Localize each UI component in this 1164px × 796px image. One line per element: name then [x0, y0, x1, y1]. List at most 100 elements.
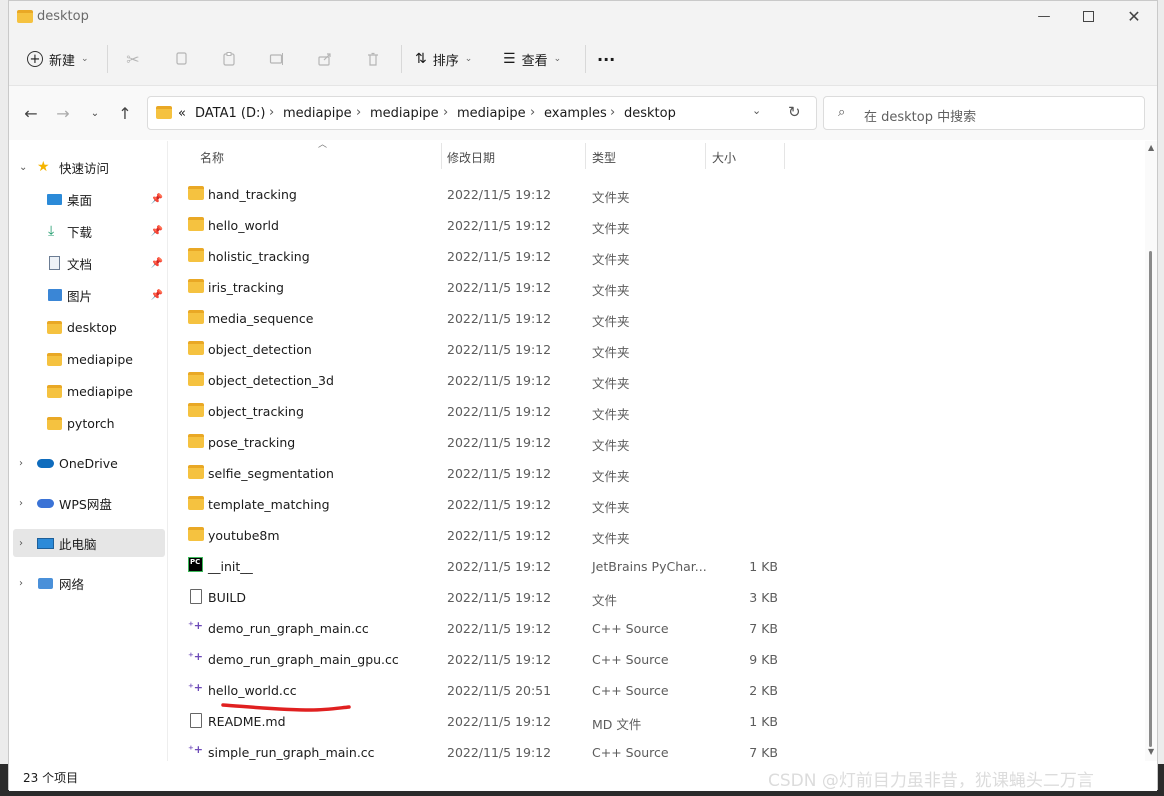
breadcrumb-overflow[interactable]: «	[178, 106, 186, 121]
delete-icon[interactable]	[361, 47, 385, 71]
column-divider[interactable]	[784, 143, 785, 169]
view-button[interactable]: ☰ 查看 ⌄	[503, 45, 561, 73]
breadcrumb-item-current[interactable]: desktop	[624, 106, 676, 121]
close-button[interactable]: ✕	[1111, 1, 1157, 31]
folder-icon	[188, 217, 204, 231]
vertical-scrollbar[interactable]: ▲ ▼	[1145, 141, 1157, 761]
sidebar-item-mediapipe[interactable]: mediapipe	[9, 377, 167, 405]
column-divider[interactable]	[705, 143, 706, 169]
rename-icon[interactable]	[265, 47, 289, 71]
paste-icon[interactable]	[217, 47, 241, 71]
sidebar-item-pictures[interactable]: 图片 📌	[9, 281, 167, 309]
table-row[interactable]: object_detection_3d 2022/11/5 19:12 文件夹	[168, 365, 1146, 396]
maximize-button[interactable]	[1065, 1, 1111, 31]
table-row[interactable]: media_sequence 2022/11/5 19:12 文件夹	[168, 303, 1146, 334]
file-name: hello_world.cc	[208, 683, 297, 698]
sidebar-item-pytorch[interactable]: pytorch	[9, 409, 167, 437]
more-options-button[interactable]: ···	[597, 45, 615, 73]
file-type: 文件	[592, 593, 618, 608]
search-box[interactable]: ⌕ 在 desktop 中搜索	[823, 96, 1145, 130]
sidebar-item-documents[interactable]: 文档 📌	[9, 249, 167, 277]
sidebar-item-label: 桌面	[67, 192, 93, 208]
table-row[interactable]: holistic_tracking 2022/11/5 19:12 文件夹	[168, 241, 1146, 272]
column-divider[interactable]	[585, 143, 586, 169]
file-name: selfie_segmentation	[208, 466, 334, 481]
copy-icon[interactable]	[169, 47, 193, 71]
title-bar[interactable]: desktop — ✕	[9, 1, 1157, 33]
folder-icon	[188, 434, 204, 448]
sidebar-item-this-pc[interactable]: › 此电脑	[13, 529, 165, 557]
file-name: holistic_tracking	[208, 249, 310, 264]
sidebar-item-desktop-recent[interactable]: desktop	[9, 313, 167, 341]
column-header-date[interactable]: 修改日期	[447, 145, 587, 169]
navigation-bar: ← → ⌄ ↑ « DATA1 (D:) › mediapipe › media…	[9, 86, 1157, 140]
picture-icon	[48, 289, 62, 301]
table-row[interactable]: BUILD 2022/11/5 19:12 文件 3 KB	[168, 582, 1146, 613]
folder-icon	[188, 496, 204, 510]
refresh-button[interactable]: ↻	[788, 103, 801, 121]
breadcrumb-item[interactable]: mediapipe	[457, 106, 526, 121]
file-date: 2022/11/5 19:12	[447, 497, 552, 512]
breadcrumb-item[interactable]: mediapipe	[283, 106, 352, 121]
star-icon: ★	[37, 159, 50, 175]
column-divider[interactable]	[441, 143, 442, 169]
file-type: 文件夹	[592, 376, 630, 391]
file-date: 2022/11/5 19:12	[447, 714, 552, 729]
column-header-size[interactable]: 大小	[712, 145, 782, 169]
column-header-name[interactable]: 名称	[200, 145, 440, 169]
table-row[interactable]: PC __init__ 2022/11/5 19:12 JetBrains PyCha…	[168, 551, 1146, 582]
back-button[interactable]: ←	[17, 100, 45, 126]
breadcrumb-item[interactable]: mediapipe	[370, 106, 439, 121]
forward-button[interactable]: →	[49, 100, 77, 126]
refresh-icon: ↻	[788, 103, 801, 121]
new-button[interactable]: + 新建 ⌄	[27, 45, 89, 73]
sidebar-item-mediapipe[interactable]: mediapipe	[9, 345, 167, 373]
sidebar-item-downloads[interactable]: ⤓ 下载 📌	[9, 217, 167, 245]
sidebar-item-desktop-pinned[interactable]: 桌面 📌	[9, 185, 167, 213]
file-type: C++ Source	[592, 652, 669, 667]
breadcrumb-item[interactable]: examples	[544, 106, 607, 121]
breadcrumb-separator[interactable]: ›	[443, 105, 448, 120]
sidebar-item-network[interactable]: › 网络	[9, 569, 167, 597]
table-row[interactable]: object_tracking 2022/11/5 19:12 文件夹	[168, 396, 1146, 427]
toolbar-divider	[107, 45, 108, 73]
table-row[interactable]: ⁺+ demo_run_graph_main_gpu.cc 2022/11/5 19…	[168, 644, 1146, 675]
file-date: 2022/11/5 19:12	[447, 311, 552, 326]
cut-icon[interactable]: ✂	[121, 47, 145, 71]
file-date: 2022/11/5 19:12	[447, 342, 552, 357]
table-row[interactable]: ⁺+ demo_run_graph_main.cc 2022/11/5 19:12 C…	[168, 613, 1146, 644]
breadcrumb-item[interactable]: DATA1 (D:)	[195, 106, 265, 121]
command-bar: + 新建 ⌄ ✂ ⇅ 排序 ⌄ ☰ 查看 ⌄ ···	[9, 33, 1157, 86]
share-icon[interactable]	[313, 47, 337, 71]
chevron-right-icon: ›	[19, 457, 23, 469]
up-button[interactable]: ↑	[111, 100, 139, 126]
sidebar-item-onedrive[interactable]: › OneDrive	[9, 449, 167, 477]
sidebar-item-quick-access[interactable]: ⌄ ★ 快速访问	[9, 153, 167, 181]
table-row[interactable]: selfie_segmentation 2022/11/5 19:12 文件夹	[168, 458, 1146, 489]
address-history-button[interactable]: ⌄	[752, 104, 761, 117]
table-row[interactable]: iris_tracking 2022/11/5 19:12 文件夹	[168, 272, 1146, 303]
column-header-type[interactable]: 类型	[592, 145, 702, 169]
table-row[interactable]: object_detection 2022/11/5 19:12 文件夹	[168, 334, 1146, 365]
breadcrumb-separator[interactable]: ›	[610, 105, 615, 120]
scroll-down-icon[interactable]: ▼	[1148, 747, 1154, 756]
minimize-button[interactable]: —	[1021, 1, 1067, 31]
watermark: CSDN @灯前目力虽非昔，犹课蝇头二万言	[768, 771, 1094, 791]
sort-button[interactable]: ⇅ 排序 ⌄	[415, 45, 472, 73]
new-label: 新建	[49, 53, 76, 69]
table-row[interactable]: hand_tracking 2022/11/5 19:12 文件夹	[168, 179, 1146, 210]
table-row[interactable]: hello_world 2022/11/5 19:12 文件夹	[168, 210, 1146, 241]
recent-locations-button[interactable]: ⌄	[81, 100, 109, 126]
table-row[interactable]: youtube8m 2022/11/5 19:12 文件夹	[168, 520, 1146, 551]
sidebar-item-label: pytorch	[67, 415, 115, 431]
address-bar[interactable]: « DATA1 (D:) › mediapipe › mediapipe › m…	[147, 96, 817, 130]
breadcrumb-separator[interactable]: ›	[356, 105, 361, 120]
scroll-up-icon[interactable]: ▲	[1148, 143, 1154, 152]
table-row[interactable]: pose_tracking 2022/11/5 19:12 文件夹	[168, 427, 1146, 458]
breadcrumb-separator[interactable]: ›	[269, 105, 274, 120]
breadcrumb-separator[interactable]: ›	[530, 105, 535, 120]
sidebar-item-wps[interactable]: › WPS网盘	[9, 489, 167, 517]
table-row[interactable]: template_matching 2022/11/5 19:12 文件夹	[168, 489, 1146, 520]
sidebar-item-label: WPS网盘	[59, 496, 112, 512]
scrollbar-thumb[interactable]	[1149, 251, 1152, 747]
